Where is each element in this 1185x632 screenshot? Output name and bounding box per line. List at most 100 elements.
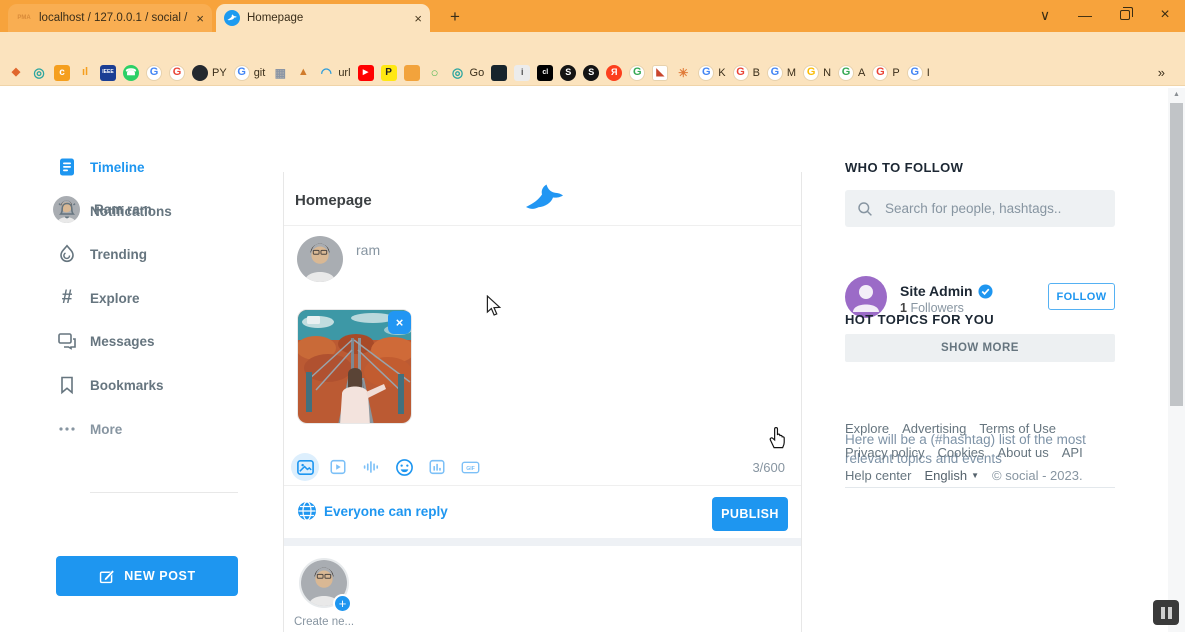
bookmark-item[interactable]: GK [698,65,725,81]
language-selector[interactable]: English ▼ [924,468,979,483]
page-title: Homepage [295,192,372,209]
footer-link-about[interactable]: About us [997,445,1048,460]
composer-text-input[interactable]: ram [356,242,380,258]
bookmarks-bar-items: ◆◎cılIEEE☎GGPYGgit▦▲◠url▶P○◎GoiclSSЯG◣☀G… [8,65,930,81]
add-video-button[interactable] [324,453,352,481]
bookmark-item[interactable]: GP [872,65,899,81]
emoji-icon [395,458,414,477]
bookmark-item[interactable]: G [146,65,162,81]
scrollbar-thumb[interactable] [1170,103,1183,406]
bookmark-favicon-icon: G [803,65,819,81]
bookmark-item[interactable]: GB [733,65,760,81]
add-emoji-button[interactable] [390,453,418,481]
tab-close-icon[interactable]: × [414,11,422,26]
bookmark-item[interactable]: ◠url [318,65,350,81]
bookmark-item[interactable]: IEEE [100,65,116,81]
tab-title: localhost / 127.0.0.1 / social / cl_u [39,12,189,24]
bookmark-item[interactable]: ◎ [31,65,47,81]
sidebar-item-notifications[interactable]: Notifications [57,199,172,223]
bookmark-favicon-icon: ▶ [358,65,374,81]
video-icon [329,458,347,476]
bookmark-item[interactable]: GI [907,65,930,81]
publish-button[interactable]: PUBLISH [712,497,788,531]
bookmark-item[interactable]: ○ [427,65,443,81]
bookmark-item[interactable]: GM [767,65,796,81]
bookmark-item[interactable]: ◣ [652,65,668,81]
bookmark-item[interactable]: P [381,65,397,81]
search-input[interactable] [885,201,1095,216]
bookmark-item[interactable]: ◆ [8,65,24,81]
bookmark-item[interactable]: GA [838,65,865,81]
tab-close-icon[interactable]: × [196,11,204,26]
tab-search-chevron-icon[interactable]: ∨ [1026,0,1064,30]
sidebar-item-trending[interactable]: Trending [57,242,147,266]
bookmark-item[interactable]: G [169,65,185,81]
bookmark-item[interactable]: i [514,65,530,81]
sidebar-item-bookmarks[interactable]: Bookmarks [57,373,164,397]
bookmark-item[interactable]: ▲ [295,65,311,81]
add-poll-button[interactable] [423,453,451,481]
bookmark-item[interactable]: cl [537,65,553,81]
add-story-plus-icon[interactable]: + [333,594,352,613]
bookmark-item[interactable]: ▦ [272,65,288,81]
add-gif-button[interactable]: GIF [456,453,484,481]
add-image-button[interactable] [291,453,319,481]
bookmark-favicon-icon [404,65,420,81]
footer-link-help[interactable]: Help center [845,468,911,483]
hot-topics-heading: HOT TOPICS FOR YOU [845,312,994,327]
recorder-pause-button[interactable] [1153,600,1179,625]
bookmark-label: B [753,67,760,79]
bookmark-item[interactable]: S [583,65,599,81]
bookmark-item[interactable]: ☀ [675,65,691,81]
bookmark-item[interactable]: ıl [77,65,93,81]
app-bird-logo-icon[interactable] [524,184,564,220]
sidebar-item-explore[interactable]: # Explore [57,286,140,310]
sidebar-item-timeline[interactable]: Timeline [57,155,145,179]
new-tab-button[interactable]: + [442,4,468,30]
suggested-user-name[interactable]: Site Admin [900,283,993,299]
bookmark-item[interactable]: GN [803,65,831,81]
show-more-button[interactable]: SHOW MORE [845,334,1115,362]
scrollbar-up-arrow[interactable]: ▲ [1168,88,1185,102]
reply-scope-label[interactable]: Everyone can reply [324,504,448,519]
language-value: English [924,468,967,483]
page-scrollbar[interactable]: ▲ [1168,88,1185,632]
new-post-button[interactable]: NEW POST [56,556,238,596]
browser-tab-homepage[interactable]: Homepage × [216,4,430,32]
bell-icon [57,201,77,221]
bookmark-item[interactable] [491,65,507,81]
footer-link-api[interactable]: API [1062,445,1083,460]
footer-link-advertising[interactable]: Advertising [902,421,966,436]
bookmark-favicon-icon: G [698,65,714,81]
bookmark-item[interactable] [404,65,420,81]
svg-text:GIF: GIF [466,466,475,472]
sidebar-item-messages[interactable]: Messages [57,329,155,353]
bookmark-item[interactable]: ◎Go [450,65,485,81]
bookmark-item[interactable]: G [629,65,645,81]
footer-link-cookies[interactable]: Cookies [937,445,984,460]
sidebar-item-more[interactable]: More [57,417,122,441]
remove-image-button[interactable]: × [388,311,411,334]
browser-tab-phpmyadmin[interactable]: PMA localhost / 127.0.0.1 / social / cl_… [8,4,212,32]
bookmark-item[interactable]: c [54,65,70,81]
bookmark-item[interactable]: Я [606,65,622,81]
bookmark-favicon-icon [192,65,208,81]
follow-button[interactable]: FOLLOW [1048,283,1115,310]
footer-link-privacy[interactable]: Privacy policy [845,445,924,460]
footer-link-explore[interactable]: Explore [845,421,889,436]
bookmark-item[interactable]: ☎ [123,65,139,81]
footer-link-terms[interactable]: Terms of Use [979,421,1056,436]
bookmark-label: M [787,67,796,79]
tab-title: Homepage [247,12,407,24]
bookmark-item[interactable]: Ggit [234,65,266,81]
add-audio-button[interactable] [357,453,385,481]
window-close-button[interactable]: × [1146,0,1184,30]
window-minimize-button[interactable]: — [1066,0,1104,30]
sidebar-label: Notifications [90,204,172,219]
search-box[interactable] [845,190,1115,227]
bookmark-item[interactable]: PY [192,65,227,81]
bookmark-item[interactable]: ▶ [358,65,374,81]
bookmarks-overflow-icon[interactable]: » [1158,65,1177,80]
window-restore-button[interactable] [1106,0,1144,30]
bookmark-item[interactable]: S [560,65,576,81]
